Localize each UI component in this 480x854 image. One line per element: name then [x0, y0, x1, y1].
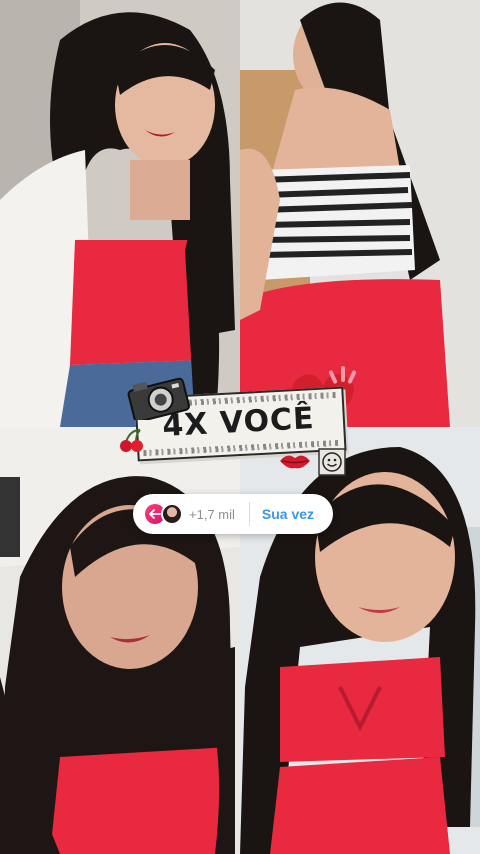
photo-top-right [240, 0, 480, 427]
smiley-icon [318, 448, 346, 476]
lips-icon [280, 455, 310, 469]
title-sticker[interactable]: 4X VOCÊ [120, 366, 358, 476]
participant-count: +1,7 mil [189, 506, 235, 522]
your-turn-button[interactable]: Sua vez [262, 506, 314, 522]
photo-top-left [0, 0, 240, 427]
cherry-icon [120, 429, 143, 452]
add-yours-pill[interactable]: +1,7 mil Sua vez [133, 494, 333, 534]
camera-icon [127, 377, 190, 420]
photo-bottom-left [0, 427, 240, 854]
photo-bottom-right [240, 427, 480, 854]
pill-divider [248, 502, 250, 526]
participant-avatar [161, 503, 183, 525]
